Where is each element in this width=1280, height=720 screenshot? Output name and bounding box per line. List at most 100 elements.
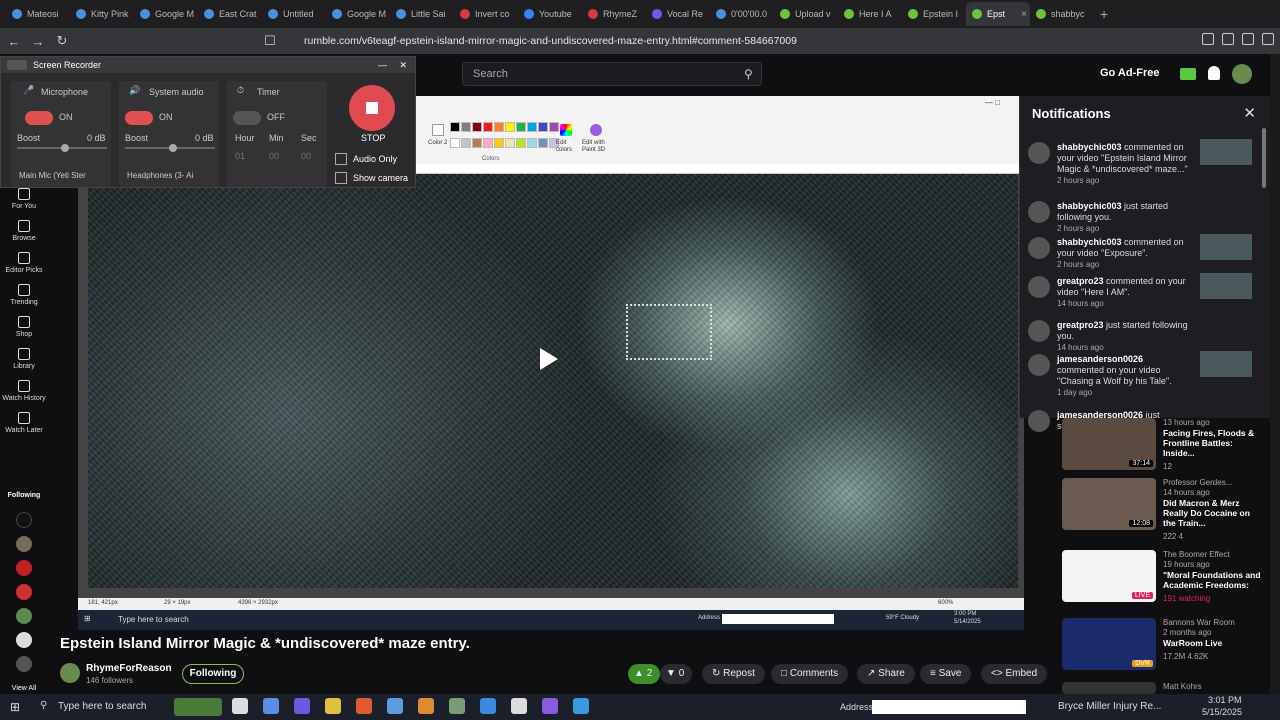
nav-item[interactable]: Trending — [0, 284, 48, 306]
following-avatar[interactable] — [16, 656, 32, 672]
like-button[interactable]: ▲ 2 — [628, 664, 660, 684]
browser-tab[interactable]: East Crat — [198, 2, 262, 26]
taskbar-app-icon[interactable] — [480, 698, 496, 714]
channel-name[interactable]: RhymeForReason — [86, 663, 172, 674]
palette-swatch[interactable] — [461, 137, 471, 148]
mic-boost-slider[interactable] — [17, 144, 107, 152]
share-button[interactable]: ↗ Share — [857, 664, 915, 684]
user-avatar[interactable] — [1232, 64, 1252, 84]
save-button[interactable]: ≡ Save — [920, 664, 972, 684]
mic-device-select[interactable]: Main Mic (Yeti Ster — [19, 171, 86, 180]
browser-tab[interactable]: Youtube — [518, 2, 582, 26]
menu-icon[interactable] — [1262, 33, 1274, 45]
video-thumbnail[interactable]: 37:14 — [1062, 418, 1156, 470]
video-thumbnail[interactable]: 12:08 — [1062, 478, 1156, 530]
taskbar-app-icon[interactable] — [356, 698, 372, 714]
tab-close-icon[interactable]: × — [1021, 9, 1027, 20]
following-avatar[interactable] — [16, 512, 32, 528]
sidebar-icon[interactable] — [1222, 33, 1234, 45]
palette-swatch[interactable] — [516, 137, 526, 148]
start-icon[interactable]: ⊞ — [10, 700, 20, 714]
palette-swatch[interactable] — [494, 122, 504, 132]
timer-toggle[interactable] — [233, 111, 261, 125]
url-field[interactable]: rumble.com/v6teagf-epstein-island-mirror… — [282, 32, 982, 50]
video-title-link[interactable]: "Moral Foundations and Academic Freedoms… — [1163, 570, 1261, 590]
browser-tab[interactable]: Here I A — [838, 2, 902, 26]
taskbar-app-icon[interactable] — [263, 698, 279, 714]
comments-button[interactable]: □ Comments — [771, 664, 849, 684]
news-ticker[interactable]: Bryce Miller Injury Re... — [1058, 701, 1161, 712]
nav-item[interactable]: For You — [0, 188, 48, 210]
taskbar-app-icon[interactable] — [418, 698, 434, 714]
system-audio-toggle[interactable] — [125, 111, 153, 125]
browser-tab[interactable]: Mateosi — [6, 2, 70, 26]
forward-icon[interactable]: → — [28, 34, 48, 49]
close-recorder-icon[interactable]: ✕ — [399, 57, 407, 73]
play-icon[interactable] — [540, 348, 558, 370]
channel-avatar[interactable] — [60, 663, 80, 683]
go-ad-free-button[interactable]: Go Ad-Free — [1100, 67, 1160, 79]
nav-item[interactable]: Shop — [0, 316, 48, 338]
paint3d-icon[interactable] — [590, 124, 602, 136]
browser-tab[interactable]: Little Sai — [390, 2, 454, 26]
sys-device-select[interactable]: Headphones (3- Ai — [127, 171, 193, 180]
browser-tab[interactable]: Epstein I — [902, 2, 966, 26]
taskbar-app-icon[interactable] — [449, 698, 465, 714]
video-title-link[interactable]: Did Macron & Merz Really Do Cocaine on t… — [1163, 498, 1261, 528]
upload-icon[interactable] — [1180, 68, 1196, 80]
repost-button[interactable]: ↻ Repost — [702, 664, 765, 684]
taskbar-address-box[interactable] — [872, 700, 1026, 714]
palette-swatch[interactable] — [494, 137, 504, 148]
browser-tab[interactable]: 0'00'00.0 — [710, 2, 774, 26]
search-input[interactable]: Search — [462, 62, 762, 86]
browser-tab[interactable]: Upload v — [774, 2, 838, 26]
taskbar-app-icon[interactable] — [573, 698, 589, 714]
edit-colors-icon[interactable] — [560, 124, 572, 136]
browser-tab[interactable]: Google M — [326, 2, 390, 26]
minimize-icon[interactable]: — — [378, 57, 387, 73]
related-video[interactable]: Matt Kohrs — [1062, 682, 1262, 694]
palette-swatch[interactable] — [472, 122, 482, 132]
new-tab-icon[interactable]: + — [1100, 6, 1108, 22]
taskbar-app-icon[interactable] — [387, 698, 403, 714]
taskbar-search[interactable]: Type here to search — [58, 701, 146, 712]
nav-item[interactable]: Watch Later — [0, 412, 48, 434]
palette-swatch[interactable] — [450, 137, 460, 148]
close-icon[interactable]: ✕ — [1243, 104, 1256, 122]
bookmark-icon[interactable]: ☐ — [260, 33, 280, 49]
nav-item[interactable]: Browse — [0, 220, 48, 242]
browser-tab[interactable]: Google M — [134, 2, 198, 26]
palette-swatch[interactable] — [538, 122, 548, 132]
nav-item[interactable]: Watch History — [0, 380, 48, 402]
taskbar-widget[interactable] — [174, 698, 222, 716]
palette-swatch[interactable] — [483, 137, 493, 148]
palette-swatch[interactable] — [472, 137, 482, 148]
following-avatar[interactable] — [16, 536, 32, 552]
palette-swatch[interactable] — [461, 122, 471, 132]
browser-tab[interactable]: Epst × — [966, 2, 1030, 26]
video-thumbnail[interactable]: DVR — [1062, 618, 1156, 670]
page-scrollbar[interactable] — [1270, 54, 1280, 694]
notifications-scrollbar[interactable] — [1262, 128, 1266, 188]
following-avatar[interactable] — [16, 608, 32, 624]
sec-field[interactable]: 00 — [301, 151, 311, 161]
nav-item[interactable]: Editor Picks — [0, 252, 48, 274]
taskbar-app-icon[interactable] — [294, 698, 310, 714]
browser-tab[interactable]: shabbyc — [1030, 2, 1094, 26]
show-camera-checkbox[interactable] — [335, 172, 347, 184]
following-avatar[interactable] — [16, 584, 32, 600]
sys-boost-slider[interactable] — [125, 144, 215, 152]
video-thumbnail[interactable] — [1062, 682, 1156, 694]
audio-only-checkbox[interactable] — [335, 153, 347, 165]
palette-swatch[interactable] — [505, 137, 515, 148]
palette-swatch[interactable] — [527, 122, 537, 132]
search-icon[interactable]: ⚲ — [744, 67, 753, 81]
palette-swatch[interactable] — [483, 122, 493, 132]
bell-icon[interactable] — [1208, 66, 1220, 80]
palette-swatch[interactable] — [527, 137, 537, 148]
following-avatar[interactable] — [16, 560, 32, 576]
browser-tab[interactable]: Kitty Pink — [70, 2, 134, 26]
video-title-link[interactable]: WarRoom Live — [1163, 638, 1261, 648]
video-title-link[interactable]: Facing Fires, Floods & Frontline Battles… — [1163, 428, 1261, 458]
profile-icon[interactable] — [1242, 33, 1254, 45]
